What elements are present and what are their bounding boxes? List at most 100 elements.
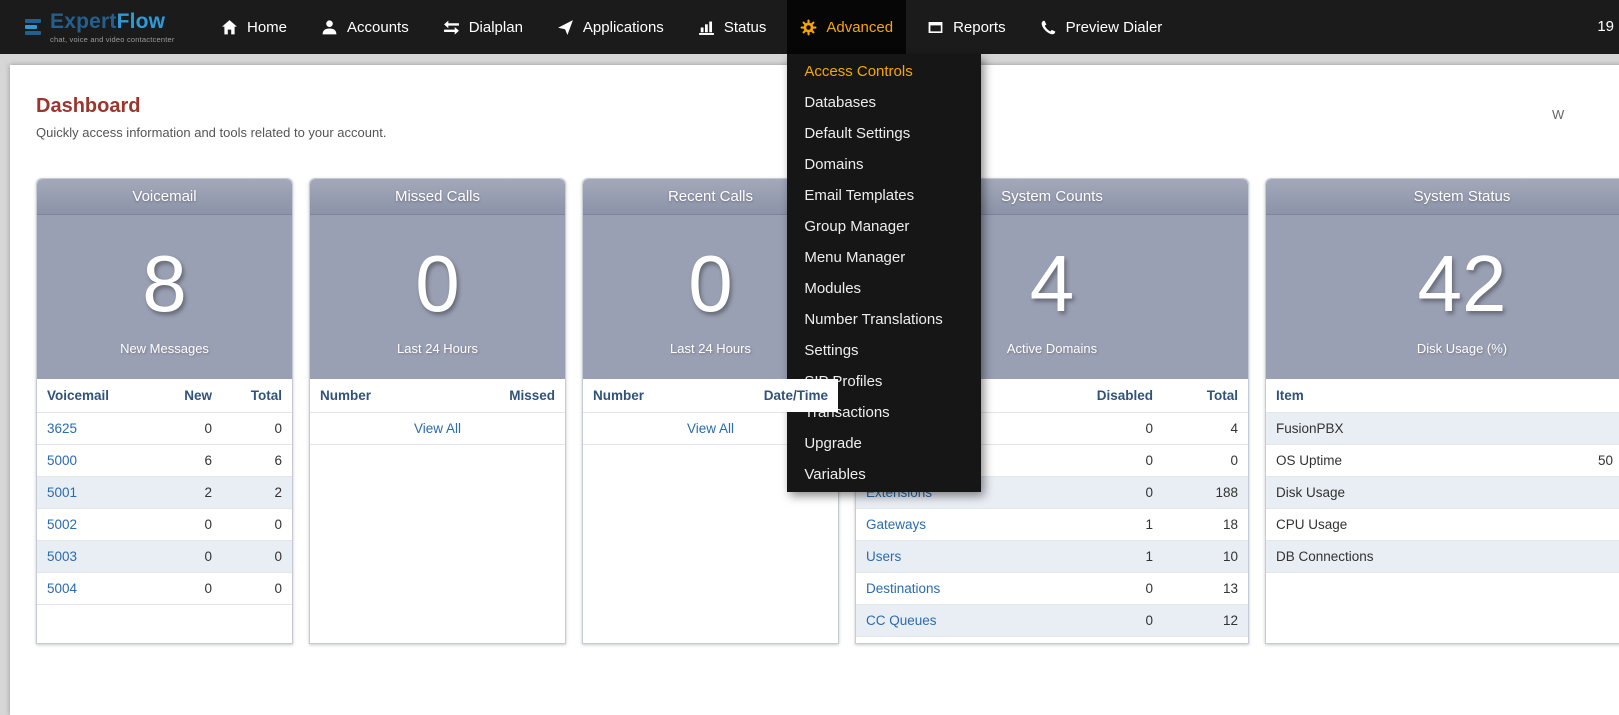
nav-item-preview-dialer[interactable]: Preview Dialer (1027, 0, 1176, 54)
cell-total: 2 (222, 477, 292, 509)
cell-disabled: 0 (1068, 413, 1163, 445)
voicemail-box-link[interactable]: 5004 (47, 581, 77, 596)
menu-item-upgrade[interactable]: Upgrade (787, 428, 981, 459)
voicemail-box-link[interactable]: 5000 (47, 453, 77, 468)
card-big-missed-calls: 0 Last 24 Hours (310, 215, 565, 379)
nav-label: Reports (953, 19, 1006, 36)
cell-total: 0 (222, 413, 292, 445)
menu-item-settings[interactable]: Settings (787, 335, 981, 366)
phone-icon (1040, 19, 1057, 36)
col-number: Number (310, 379, 470, 413)
table-row: DB Connections (1266, 541, 1619, 573)
recent-calls-count: 0 (688, 244, 733, 324)
nav-items: Home Accounts Dialplan Applications Stat… (204, 0, 1179, 54)
logo-tagline: chat, voice and video contactcenter (50, 35, 175, 44)
nav-item-reports[interactable]: Reports (914, 0, 1019, 54)
voicemail-table: Voicemail New Total 3625 0 0 5000 6 6 (37, 379, 292, 605)
view-all-link[interactable]: View All (687, 421, 734, 436)
table-row: Gateways 1 18 (856, 509, 1248, 541)
col-missed: Missed (470, 379, 565, 413)
voicemail-box-link[interactable]: 5003 (47, 549, 77, 564)
recent-calls-caption: Last 24 Hours (670, 341, 751, 356)
nav-item-home[interactable]: Home (208, 0, 300, 54)
cell-new: 0 (152, 413, 222, 445)
card-fill (37, 605, 292, 643)
cell-total: 0 (1163, 445, 1248, 477)
col-number: Number (583, 379, 754, 413)
cell-total: 18 (1163, 509, 1248, 541)
card-big-voicemail: 8 New Messages (37, 215, 292, 379)
logo[interactable]: ExpertFlow chat, voice and video contact… (0, 0, 192, 54)
table-row: CC Queues 0 12 (856, 605, 1248, 637)
menu-item-databases[interactable]: Databases (787, 87, 981, 118)
nav-item-applications[interactable]: Applications (544, 0, 677, 54)
menu-item-access-controls[interactable]: Access Controls (787, 56, 981, 87)
count-item-link[interactable]: CC Queues (866, 613, 937, 628)
menu-item-default-settings[interactable]: Default Settings (787, 118, 981, 149)
status-item: OS Uptime (1266, 445, 1528, 477)
nav-label: Status (724, 19, 767, 36)
table-row: 3625 0 0 (37, 413, 292, 445)
voicemail-box-link[interactable]: 5002 (47, 517, 77, 532)
count-item-link[interactable]: Gateways (866, 517, 926, 532)
nav-item-dialplan[interactable]: Dialplan (430, 0, 536, 54)
logo-bars-icon (25, 19, 41, 35)
voicemail-box-link[interactable]: 5001 (47, 485, 77, 500)
report-icon (927, 19, 944, 36)
logo-expert: Expert (50, 10, 117, 33)
cell-total: 13 (1163, 573, 1248, 605)
table-row: 5000 6 6 (37, 445, 292, 477)
status-value (1528, 477, 1619, 509)
chart-icon (698, 19, 715, 36)
cell-new: 0 (152, 541, 222, 573)
system-counts-count: 4 (1030, 244, 1075, 324)
table-header-row: Number Missed (310, 379, 565, 413)
cell-total: 12 (1163, 605, 1248, 637)
menu-item-number-translations[interactable]: Number Translations (787, 304, 981, 335)
logo-text-block: ExpertFlow chat, voice and video contact… (50, 11, 175, 44)
status-value: 50 (1528, 445, 1619, 477)
cell-total: 0 (222, 541, 292, 573)
card-fill (310, 445, 565, 643)
nav-label: Dialplan (469, 19, 523, 36)
table-row: 5003 0 0 (37, 541, 292, 573)
voicemail-box-link[interactable]: 3625 (47, 421, 77, 436)
table-header-row: Number Date/Time (583, 379, 838, 413)
menu-item-variables[interactable]: Variables (787, 459, 981, 490)
advanced-dropdown: Access Controls Databases Default Settin… (787, 54, 981, 492)
count-item-link[interactable]: Destinations (866, 581, 940, 596)
menu-item-domains[interactable]: Domains (787, 149, 981, 180)
status-item: CPU Usage (1266, 509, 1528, 541)
card-fill (856, 637, 1248, 643)
nav-item-status[interactable]: Status (685, 0, 780, 54)
missed-calls-count: 0 (415, 244, 460, 324)
voicemail-caption: New Messages (120, 341, 209, 356)
table-row: CPU Usage (1266, 509, 1619, 541)
card-big-system-status: 42 Disk Usage (%) (1266, 215, 1619, 379)
nav-item-accounts[interactable]: Accounts (308, 0, 422, 54)
cell-total: 0 (222, 509, 292, 541)
card-fill (1266, 573, 1619, 643)
table-row: OS Uptime 50 (1266, 445, 1619, 477)
menu-item-email-templates[interactable]: Email Templates (787, 180, 981, 211)
view-all-link[interactable]: View All (414, 421, 461, 436)
cell-disabled: 0 (1068, 477, 1163, 509)
count-item-link[interactable]: Users (866, 549, 901, 564)
system-counts-caption: Active Domains (1007, 341, 1097, 356)
table-row: 5002 0 0 (37, 509, 292, 541)
col-voicemail: Voicemail (37, 379, 152, 413)
cell-disabled: 1 (1068, 509, 1163, 541)
menu-item-group-manager[interactable]: Group Manager (787, 211, 981, 242)
menu-item-modules[interactable]: Modules (787, 273, 981, 304)
nav-item-advanced[interactable]: Advanced Access Controls Databases Defau… (787, 0, 906, 54)
welcome-text: W (1552, 107, 1564, 122)
col-total: Total (1163, 379, 1248, 413)
cell-total: 4 (1163, 413, 1248, 445)
transfer-icon (443, 19, 460, 36)
cell-total: 6 (222, 445, 292, 477)
top-nav: ExpertFlow chat, voice and video contact… (0, 0, 1619, 54)
status-item: Disk Usage (1266, 477, 1528, 509)
nav-label: Home (247, 19, 287, 36)
menu-item-menu-manager[interactable]: Menu Manager (787, 242, 981, 273)
table-row: 5001 2 2 (37, 477, 292, 509)
